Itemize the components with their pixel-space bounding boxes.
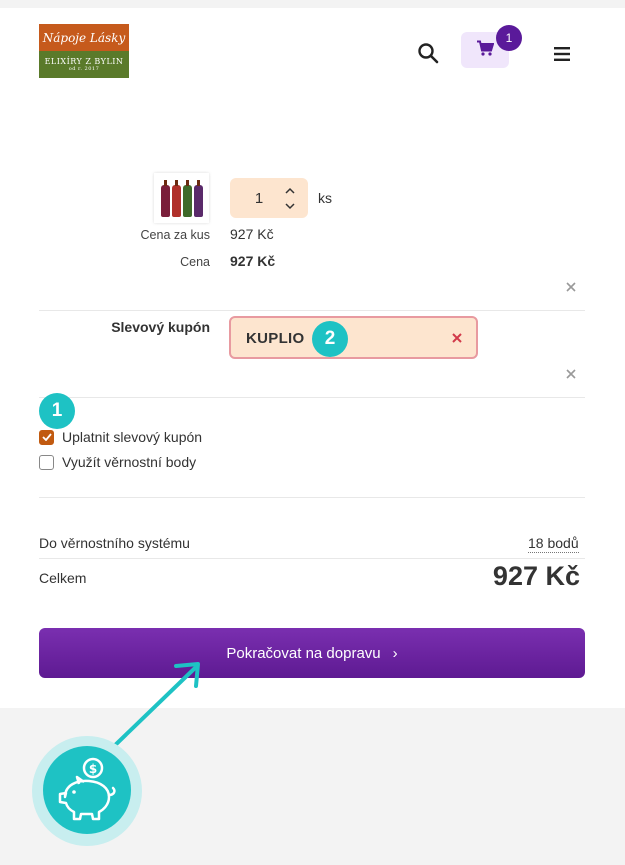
divider: [39, 397, 585, 398]
apply-coupon-label: Uplatnit slevový kupón: [62, 429, 203, 445]
coupon-label: Slevový kupón: [111, 319, 210, 335]
logo-subtitle-block: ELIXÍRY Z BYLIN od r. 2017: [39, 51, 129, 78]
cart-icon: [476, 40, 495, 61]
coupon-input[interactable]: KUPLIO: [229, 316, 478, 359]
clear-coupon-icon[interactable]: [450, 331, 464, 345]
continue-button-label: Pokračovat na dopravu: [226, 644, 381, 662]
unit-price-label: Cena za kus: [140, 228, 210, 242]
total-label: Celkem: [39, 570, 87, 586]
logo-title: Nápoje Lásky: [39, 24, 129, 51]
total-value: 927 Kč: [492, 561, 580, 591]
apply-coupon-checkbox[interactable]: [39, 429, 54, 445]
use-points-label: Využít věrnostní body: [62, 454, 197, 470]
loyalty-points[interactable]: 18 bodů: [528, 535, 579, 553]
coupon-value: KUPLIO: [246, 330, 305, 347]
top-strip: [0, 0, 625, 8]
step-badge-2: 2: [312, 321, 348, 357]
chevron-right-icon: ›: [392, 644, 398, 662]
product-image[interactable]: [154, 173, 209, 223]
divider: [39, 310, 585, 311]
apply-coupon-option[interactable]: Uplatnit slevový kupón: [39, 429, 202, 445]
piggy-bank-icon: $: [43, 746, 131, 834]
price-label: Cena: [180, 255, 210, 269]
bottle-1: [160, 180, 170, 217]
cart-count-badge: 1: [496, 25, 522, 51]
remove-item-icon[interactable]: [565, 280, 577, 292]
chevron-down-icon[interactable]: [282, 199, 298, 213]
continue-to-shipping-button[interactable]: Pokračovat na dopravu ›: [39, 628, 585, 678]
svg-text:$: $: [89, 762, 97, 776]
logo-since: od r. 2017: [68, 66, 100, 72]
price-value: 927 Kč: [230, 253, 276, 269]
remove-coupon-icon[interactable]: [565, 367, 577, 379]
logo[interactable]: Nápoje Lásky ELIXÍRY Z BYLIN od r. 2017: [39, 24, 129, 78]
step-badge-1: 1: [39, 393, 75, 429]
hamburger-menu-icon[interactable]: [550, 44, 574, 64]
bottle-2: [171, 180, 181, 217]
logo-subtitle: ELIXÍRY Z BYLIN: [44, 57, 124, 66]
divider: [39, 558, 585, 559]
loyalty-label: Do věrnostního systému: [39, 535, 190, 551]
search-icon[interactable]: [416, 41, 440, 65]
unit-price-value: 927 Kč: [230, 226, 274, 242]
quantity-stepper[interactable]: 1: [230, 178, 308, 218]
use-points-checkbox[interactable]: [39, 454, 54, 470]
chevron-up-icon[interactable]: [282, 183, 298, 197]
use-points-option[interactable]: Využít věrnostní body: [39, 454, 196, 470]
quantity-unit: ks: [318, 190, 332, 206]
bottle-3: [182, 180, 192, 217]
bottle-4: [193, 180, 203, 217]
quantity-value[interactable]: 1: [230, 178, 288, 218]
divider: [39, 497, 585, 498]
